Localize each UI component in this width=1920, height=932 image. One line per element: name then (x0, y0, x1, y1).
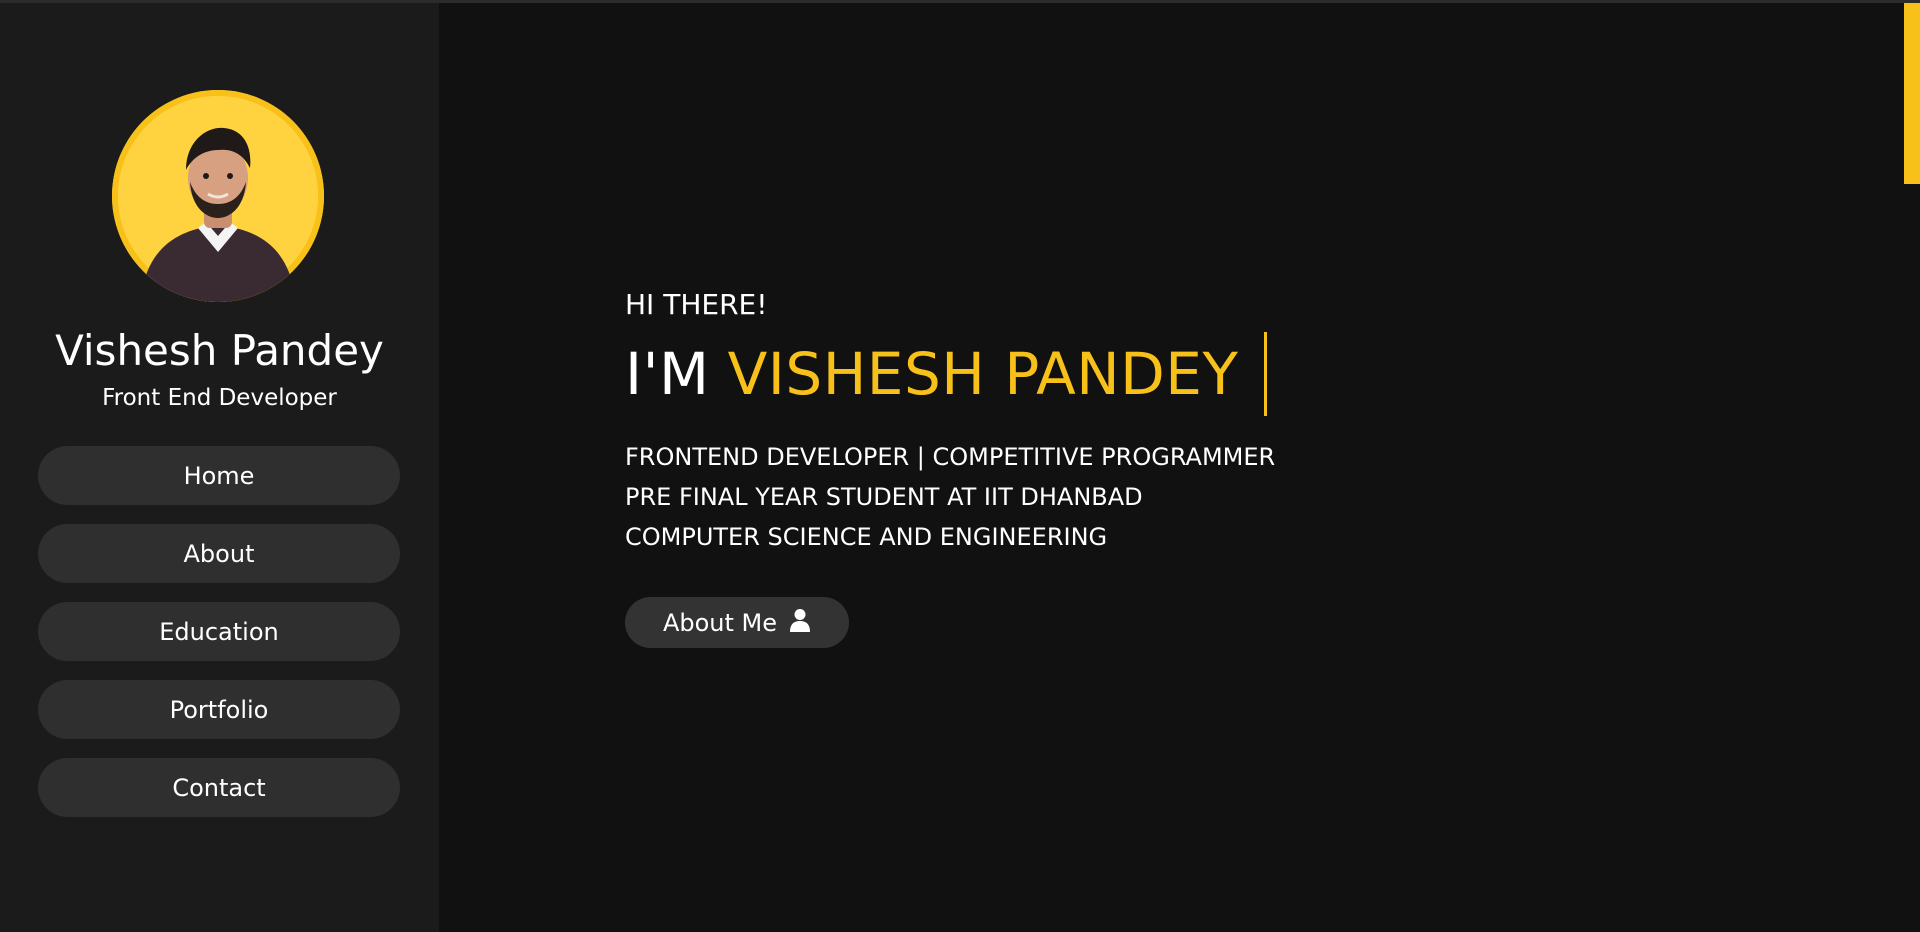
sidebar-nav: Home About Education Portfolio Contact (38, 446, 400, 836)
nav-item-about[interactable]: About (38, 524, 400, 583)
profile-name: Vishesh Pandey (55, 326, 384, 375)
hero-subtitles: FRONTEND DEVELOPER | COMPETITIVE PROGRAM… (625, 437, 1525, 557)
about-me-button[interactable]: About Me (625, 597, 849, 648)
hero-section: HI THERE! I'M VISHESH PANDEY FRONTEND DE… (625, 285, 1525, 557)
sidebar: Vishesh Pandey Front End Developer Home … (0, 3, 439, 932)
user-icon (789, 608, 811, 638)
nav-item-portfolio[interactable]: Portfolio (38, 680, 400, 739)
headline-prefix: I'M (625, 340, 710, 408)
hero-headline: I'M VISHESH PANDEY (625, 329, 1525, 419)
subtitle-line-3: COMPUTER SCIENCE AND ENGINEERING (625, 523, 1108, 551)
subtitle-line-1: FRONTEND DEVELOPER | COMPETITIVE PROGRAM… (625, 443, 1276, 471)
scrollbar-thumb[interactable] (1904, 3, 1920, 184)
nav-item-home[interactable]: Home (38, 446, 400, 505)
typing-cursor (1264, 332, 1268, 416)
avatar (112, 90, 324, 302)
profile-role: Front End Developer (102, 385, 337, 411)
about-me-label: About Me (662, 608, 778, 637)
hero-greeting: HI THERE! (625, 288, 768, 321)
headline-name: VISHESH PANDEY (727, 340, 1239, 408)
nav-item-contact[interactable]: Contact (38, 758, 400, 817)
nav-item-education[interactable]: Education (38, 602, 400, 661)
profile-photo (118, 96, 318, 302)
subtitle-line-2: PRE FINAL YEAR STUDENT AT IIT DHANBAD (625, 483, 1143, 511)
